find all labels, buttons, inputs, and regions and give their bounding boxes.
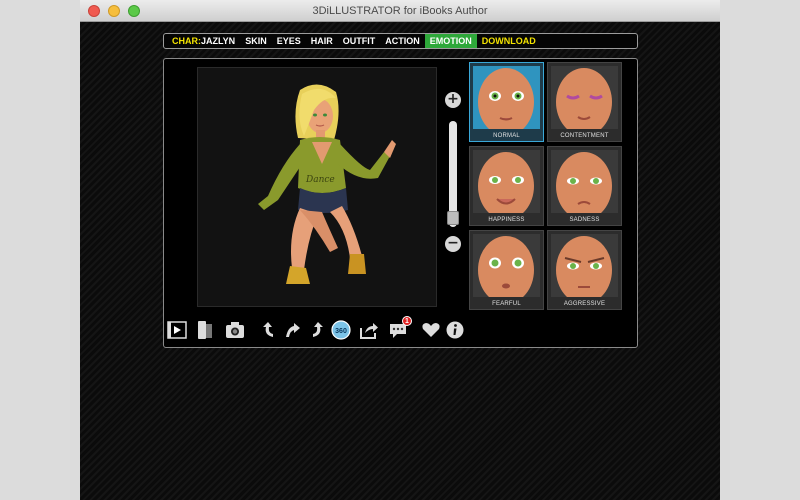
menu-skin[interactable]: SKIN	[240, 34, 272, 48]
share-icon[interactable]	[358, 319, 380, 341]
bottom-toolbar: 360 1	[164, 316, 466, 343]
zoom-in-button[interactable]: +	[445, 92, 461, 108]
phone-portrait-icon[interactable]	[194, 319, 216, 341]
emotion-label: HAPPINESS	[488, 217, 525, 223]
chat-button[interactable]: 1	[388, 316, 412, 341]
rotate-up-icon[interactable]	[282, 319, 304, 341]
menu-eyes[interactable]: EYES	[272, 34, 306, 48]
editor-panel: Dance + − NORMAL CONTENTMENT HAPPINESS S…	[163, 58, 638, 348]
character-figure[interactable]: Dance	[238, 78, 398, 298]
face-happiness-icon	[473, 150, 540, 213]
emotion-fearful[interactable]: FEARFUL	[469, 230, 544, 310]
emotion-label: NORMAL	[493, 133, 520, 139]
character-viewport[interactable]: Dance	[197, 67, 437, 307]
face-contentment-icon	[551, 66, 618, 129]
face-aggressive-icon	[551, 234, 618, 297]
zoom-out-button[interactable]: −	[445, 236, 461, 252]
emotion-happiness[interactable]: HAPPINESS	[469, 146, 544, 226]
menu-action[interactable]: ACTION	[380, 34, 425, 48]
emotion-sadness[interactable]: SADNESS	[547, 146, 622, 226]
face-normal-icon	[473, 66, 540, 129]
rotate-left-icon[interactable]	[258, 319, 280, 341]
emotion-label: FEARFUL	[492, 301, 521, 307]
heart-icon[interactable]	[420, 319, 442, 341]
menu-char-prefix: CHAR:	[172, 36, 201, 46]
app-window: 3DiLLUSTRATOR for iBooks Author CHAR:JAZ…	[80, 0, 720, 500]
info-icon[interactable]	[444, 319, 466, 341]
rotate-360-icon[interactable]: 360	[330, 319, 352, 341]
menu-outfit[interactable]: OUTFIT	[338, 34, 381, 48]
menu-hair[interactable]: HAIR	[306, 34, 338, 48]
face-fearful-icon	[473, 234, 540, 297]
menu-emotion[interactable]: EMOTION	[424, 34, 477, 48]
window-title: 3DiLLUSTRATOR for iBooks Author	[312, 5, 488, 17]
emotion-label: SADNESS	[569, 217, 600, 223]
menu-bar: CHAR:JAZLYN SKIN EYES HAIR OUTFIT ACTION…	[163, 33, 638, 49]
emotion-grid: NORMAL CONTENTMENT HAPPINESS SADNESS FEA…	[469, 62, 624, 310]
rotate-right-icon[interactable]	[306, 319, 328, 341]
emotion-label: AGGRESSIVE	[563, 301, 606, 307]
camera-icon[interactable]	[224, 319, 246, 341]
zoom-slider-thumb[interactable]	[447, 211, 459, 225]
chat-badge: 1	[402, 316, 412, 326]
shirt-text: Dance	[305, 175, 335, 185]
emotion-contentment[interactable]: CONTENTMENT	[547, 62, 622, 142]
emotion-normal[interactable]: NORMAL	[469, 62, 544, 142]
menu-download[interactable]: DOWNLOAD	[477, 34, 541, 48]
emotion-label: CONTENTMENT	[560, 133, 609, 139]
emotion-aggressive[interactable]: AGGRESSIVE	[547, 230, 622, 310]
menu-char[interactable]: CHAR:JAZLYN	[170, 34, 240, 48]
menu-char-name: JAZLYN	[201, 36, 236, 46]
play-video-icon[interactable]	[166, 319, 188, 341]
rotate-360-label: 360	[335, 328, 347, 335]
title-bar[interactable]: 3DiLLUSTRATOR for iBooks Author	[80, 0, 720, 22]
face-sadness-icon	[551, 150, 618, 213]
